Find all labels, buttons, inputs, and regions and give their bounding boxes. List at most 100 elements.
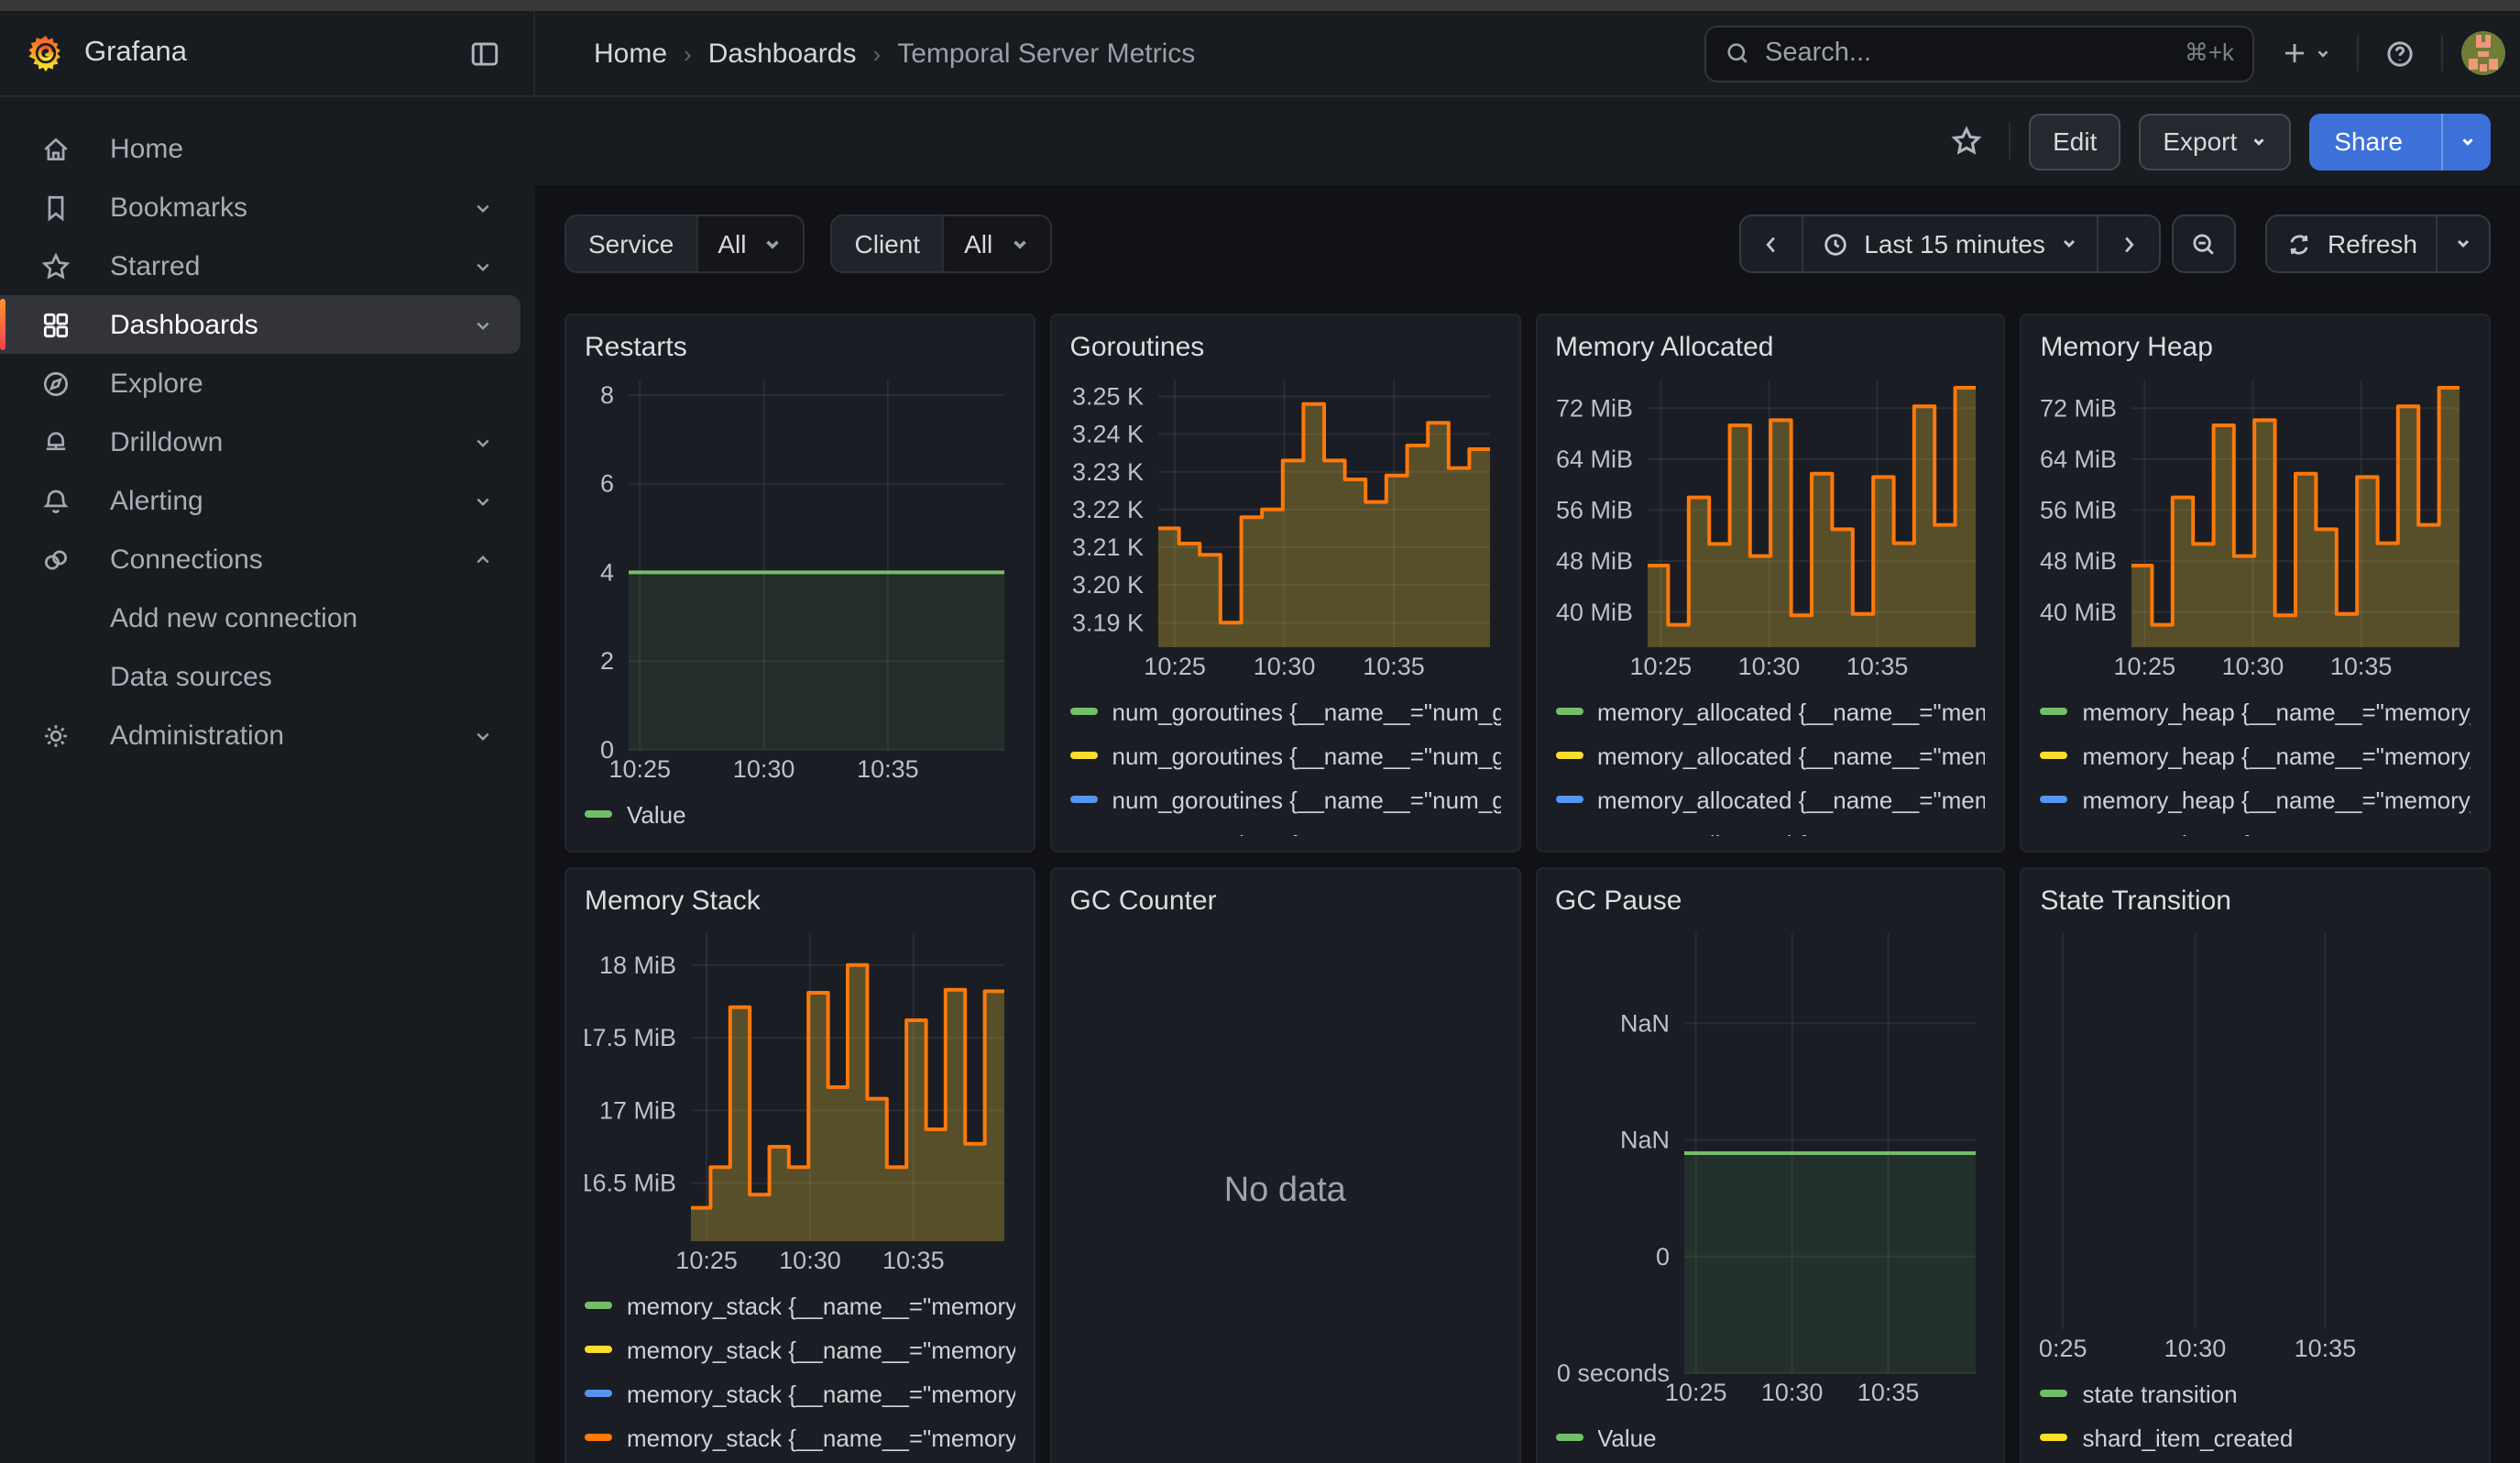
chevron-down-icon [2315,45,2331,61]
sidebar-item-data-sources[interactable]: Data sources [0,647,520,706]
export-button[interactable]: Export [2139,113,2290,170]
sidebar-item-explore[interactable]: Explore [0,354,520,412]
panel-title[interactable]: GC Counter [1070,882,1501,922]
legend-item[interactable]: memory_heap {__name__="memory_h [2041,821,2471,836]
legend-item[interactable]: memory_heap {__name__="memory_h [2041,777,2471,821]
sidebar-item-bookmarks[interactable]: Bookmarks [0,178,520,236]
legend-item[interactable]: shard_item_created [2041,1415,2471,1459]
legend-item[interactable]: memory_allocated {__name__="memo [1555,689,1986,733]
sidebar-item-label: Administration [110,720,471,751]
legend-item[interactable]: memory_allocated {__name__="memo [1555,777,1986,821]
sidebar-item-alerting[interactable]: Alerting [0,471,520,530]
panel-title[interactable]: Memory Stack [585,882,1015,922]
panel-title[interactable]: Goroutines [1070,328,1501,368]
sidebar-item-dashboards[interactable]: Dashboards [0,295,520,354]
legend-item[interactable]: memory_stack {__name__="memory_s [585,1283,1015,1327]
legend-item[interactable]: memory_stack {__name__="memory_s [585,1327,1015,1371]
legend-item[interactable]: Value [1555,1415,1986,1459]
search-input[interactable]: Search... ⌘+k [1704,25,2254,82]
chevron-up-icon[interactable] [471,547,495,571]
panel-title[interactable]: Memory Heap [2041,328,2471,368]
chart-canvas[interactable]: 10:2510:3010:3518 MiB17.5 MiB17 MiB16.5 … [585,922,1015,1278]
client-variable-value[interactable]: All [942,216,1049,271]
legend-item[interactable]: num_goroutines {__name__="num_go [1070,689,1501,733]
legend-swatch [1070,752,1098,759]
help-button[interactable] [2377,30,2423,76]
legend-label: num_goroutines {__name__="num_go [1112,698,1501,725]
chart-canvas[interactable]: 0:2510:3010:35 [2041,922,2471,1366]
export-label: Export [2163,126,2237,156]
panel-title[interactable]: Restarts [585,328,1015,368]
legend-item[interactable]: memory_allocated {__name__="memo [1555,733,1986,777]
sidebar-item-connections[interactable]: Connections [0,530,520,588]
time-shift-forward-button[interactable] [2097,216,2159,271]
svg-text:10:25: 10:25 [1629,653,1692,680]
favorite-star-button[interactable] [1943,117,1990,165]
chevron-down-icon[interactable] [471,313,495,336]
add-new-button[interactable] [2273,31,2339,75]
client-variable: Client All [831,214,1052,273]
legend-item[interactable]: state transition [2041,1371,2471,1415]
legend-label: memory_heap {__name__="memory_h [2083,830,2471,836]
edit-button[interactable]: Edit [2029,113,2120,170]
svg-text:10:30: 10:30 [1760,1379,1823,1406]
chart-plot-area[interactable]: 10:2510:3010:353.25 K3.24 K3.23 K3.22 K3… [1070,368,1501,684]
refresh-interval-button[interactable] [2436,216,2489,271]
panel-title[interactable]: GC Pause [1555,882,1986,922]
filter-row: Service All Client All [564,214,2491,273]
time-shift-back-button[interactable] [1741,216,1802,271]
chevron-down-icon[interactable] [471,489,495,512]
gear-icon [40,720,71,751]
chart-canvas[interactable]: 10:2510:3010:3572 MiB64 MiB56 MiB48 MiB4… [2041,368,2471,684]
chevron-down-icon[interactable] [471,195,495,219]
zoom-out-icon [2190,230,2218,258]
svg-text:10:30: 10:30 [1253,653,1315,680]
breadcrumb-home[interactable]: Home [594,38,667,69]
sidebar-item-administration[interactable]: Administration [0,706,520,764]
legend-item[interactable]: Value [585,792,1015,836]
sidebar-toggle-button[interactable] [462,30,508,76]
chart-plot-area[interactable]: 0:2510:3010:35 [2041,922,2471,1366]
sidebar-item-starred[interactable]: Starred [0,236,520,295]
legend-item[interactable]: memory_heap {__name__="memory_h [2041,733,2471,777]
chart-canvas[interactable]: 10:2510:3010:3572 MiB64 MiB56 MiB48 MiB4… [1555,368,1986,684]
sidebar-item-drilldown[interactable]: Drilldown [0,412,520,471]
chart-canvas[interactable]: 10:2510:3010:3586420 [585,368,1015,786]
time-zoom-out-button[interactable] [2174,216,2234,271]
chevron-down-icon[interactable] [471,430,495,454]
chart-plot-area[interactable]: 10:2510:3010:3586420 [585,368,1015,786]
chart-plot-area[interactable]: 10:2510:3010:3572 MiB64 MiB56 MiB48 MiB4… [2041,368,2471,684]
chevron-down-icon[interactable] [471,723,495,747]
svg-text:10:30: 10:30 [2164,1335,2227,1362]
time-range-picker[interactable]: Last 15 minutes [1802,216,2097,271]
user-avatar[interactable] [2461,31,2505,75]
share-button[interactable]: Share [2308,113,2491,170]
legend-item[interactable]: num_goroutines {__name__="num_go [1070,733,1501,777]
svg-text:10:30: 10:30 [1737,653,1800,680]
svg-text:72 MiB: 72 MiB [2041,394,2118,422]
legend-item[interactable]: memory_stack {__name__="memory_s [585,1371,1015,1415]
legend-item[interactable]: memory_heap {__name__="memory_h [2041,689,2471,733]
legend-label: memory_allocated {__name__="memo [1597,698,1986,725]
chart-plot-area[interactable]: 10:2510:3010:3518 MiB17.5 MiB17 MiB16.5 … [585,922,1015,1278]
chart-plot-area[interactable]: 10:2510:3010:3572 MiB64 MiB56 MiB48 MiB4… [1555,368,1986,684]
share-menu-button[interactable] [2441,113,2491,170]
refresh-button[interactable]: Refresh [2267,216,2436,271]
panel-title[interactable]: State Transition [2041,882,2471,922]
chart-canvas[interactable]: 10:2510:3010:353.25 K3.24 K3.23 K3.22 K3… [1070,368,1501,684]
chart-plot-area[interactable]: 10:2510:3010:35NaNNaN00 seconds [1555,922,1986,1410]
service-variable-value[interactable]: All [696,216,803,271]
legend-item[interactable]: num_goroutines {__name__="num_go [1070,777,1501,821]
grafana-logo-icon[interactable] [26,33,66,73]
legend-item[interactable]: num_goroutines {__name__="num_go [1070,821,1501,836]
breadcrumb-dashboards[interactable]: Dashboards [708,38,857,69]
panel-title[interactable]: Memory Allocated [1555,328,1986,368]
sidebar-item-home[interactable]: Home [0,119,520,178]
legend-item[interactable]: memory_stack {__name__="memory_s [585,1415,1015,1459]
sidebar-item-add-new-connection[interactable]: Add new connection [0,588,520,647]
chart-canvas[interactable]: 10:2510:3010:35NaNNaN00 seconds [1555,922,1986,1410]
service-variable: Service All [564,214,805,273]
chevron-down-icon[interactable] [471,254,495,278]
client-selected-value: All [964,229,992,258]
legend-item[interactable]: memory_allocated {__name__="memo [1555,821,1986,836]
